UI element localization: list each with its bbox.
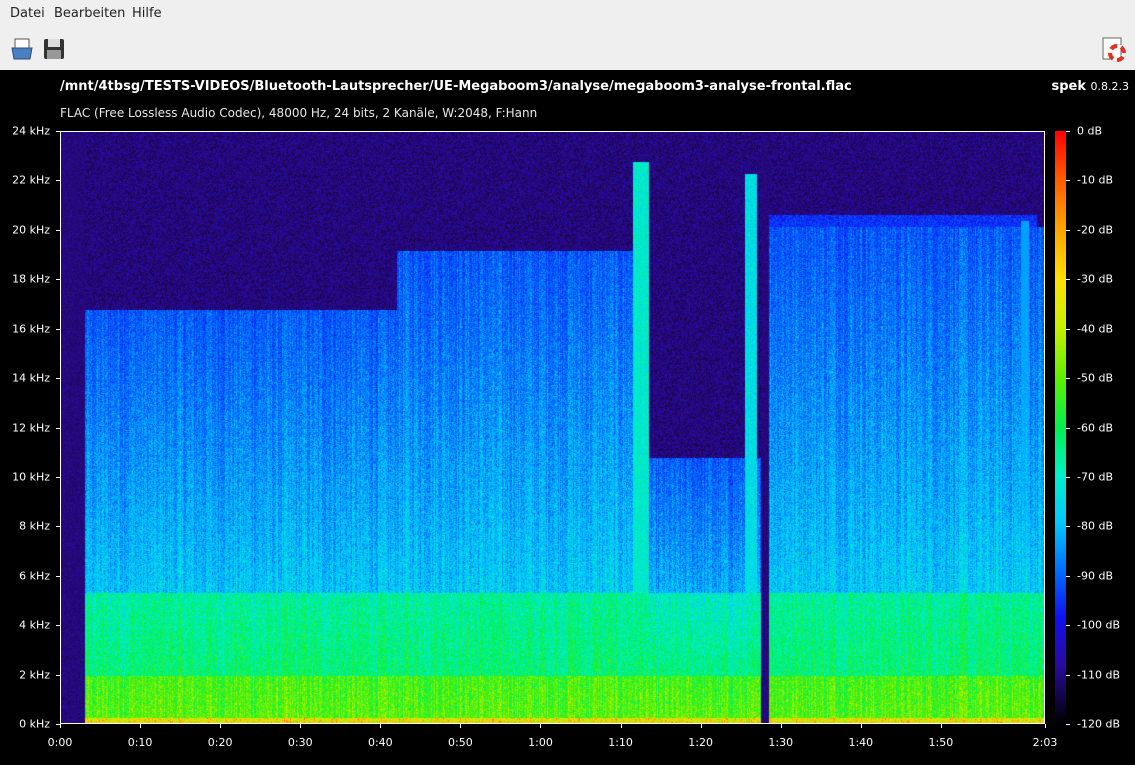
time-tick [620, 724, 622, 728]
frequency-tick-label: 6 kHz [19, 569, 50, 583]
frequency-tick [56, 575, 60, 577]
time-tick-label: 1:00 [528, 736, 553, 749]
time-tick-label: 0:40 [367, 736, 393, 749]
frequency-tick [56, 427, 60, 429]
db-tick [1066, 328, 1070, 330]
time-tick [1045, 724, 1046, 728]
time-tick-label: 0:00 [47, 736, 73, 749]
frequency-tick [56, 279, 60, 281]
time-tick [60, 724, 61, 728]
db-tick-label: -80 dB [1077, 519, 1113, 533]
frequency-tick [56, 625, 60, 627]
db-tick [1066, 180, 1070, 182]
time-tick [380, 724, 382, 728]
db-tick-label: -100 dB [1077, 618, 1120, 632]
time-tick [860, 724, 862, 728]
time-tick-label: 0:30 [287, 736, 313, 749]
db-tick [1066, 476, 1070, 478]
frequency-tick [56, 476, 60, 478]
frequency-tick-label: 8 kHz [19, 519, 50, 533]
db-tick-label: -40 dB [1077, 322, 1113, 336]
help-lifebuoy-icon [1102, 37, 1126, 62]
db-tick-label: -10 dB [1077, 173, 1113, 187]
db-tick-label: -110 dB [1077, 668, 1120, 682]
time-tick-label: 2:03 [1032, 736, 1058, 749]
db-tick-label: 0 dB [1077, 124, 1103, 138]
time-tick-label: 1:40 [848, 736, 874, 749]
db-tick-label: -60 dB [1077, 421, 1113, 434]
db-tick-label: -90 dB [1077, 569, 1113, 583]
db-tick [1066, 427, 1070, 429]
time-tick-label: 0:10 [127, 736, 153, 749]
db-tick-label: -120 dB [1077, 717, 1120, 731]
frequency-tick-label: 12 kHz [12, 421, 50, 434]
frequency-tick [56, 229, 60, 231]
db-tick [1066, 575, 1070, 577]
time-tick [140, 724, 142, 728]
db-tick [1066, 279, 1070, 281]
menu-bar: Datei Bearbeiten Hilfe [0, 0, 1135, 27]
frequency-tick [56, 526, 60, 528]
app-version: 0.8.2.3 [1090, 80, 1129, 93]
db-tick-label: -70 dB [1077, 470, 1113, 484]
time-tick [940, 724, 942, 728]
frequency-tick-label: 0 kHz [19, 717, 50, 731]
db-tick [1066, 625, 1070, 627]
db-tick [1066, 229, 1070, 231]
file-path: /mnt/4tbsg/TESTS-VIDEOS/Bluetooth-Lautsp… [60, 79, 852, 94]
db-tick [1066, 724, 1070, 725]
db-tick [1066, 131, 1070, 132]
frequency-tick [56, 180, 60, 182]
help-button[interactable] [1101, 36, 1127, 62]
time-tick-label: 1:30 [768, 736, 794, 749]
db-tick-label: -20 dB [1077, 223, 1113, 237]
frequency-tick-label: 22 kHz [12, 173, 50, 187]
db-tick [1066, 526, 1070, 528]
time-tick [220, 724, 222, 728]
toolbar [0, 27, 1135, 70]
frequency-tick [56, 378, 60, 380]
time-tick-label: 1:10 [608, 736, 633, 749]
save-button[interactable] [41, 36, 67, 62]
frequency-tick [56, 674, 60, 676]
time-tick-label: 1:50 [928, 736, 954, 749]
db-color-scale [1055, 131, 1066, 724]
frequency-tick-label: 10 kHz [12, 470, 50, 484]
spectrogram-view: /mnt/4tbsg/TESTS-VIDEOS/Bluetooth-Lautsp… [0, 70, 1135, 765]
frequency-tick-label: 20 kHz [12, 223, 50, 237]
time-tick-label: 0:20 [207, 736, 233, 749]
db-tick-label: -30 dB [1077, 272, 1113, 286]
db-tick [1066, 674, 1070, 676]
frequency-tick-label: 4 kHz [19, 618, 50, 632]
frequency-tick [56, 328, 60, 330]
time-tick [780, 724, 782, 728]
time-tick-label: 1:20 [688, 736, 713, 749]
app-brand: spek 0.8.2.3 [1051, 79, 1129, 94]
app-name: spek [1051, 79, 1086, 94]
frequency-tick-label: 24 kHz [12, 124, 50, 138]
spectrogram-image [61, 132, 1044, 723]
time-tick [540, 724, 542, 728]
time-tick-label: 0:50 [448, 736, 473, 749]
db-tick [1066, 378, 1070, 380]
frequency-tick-label: 16 kHz [12, 322, 50, 336]
time-tick [700, 724, 702, 728]
frequency-tick [56, 131, 60, 132]
frequency-tick-label: 14 kHz [12, 371, 50, 385]
file-info: FLAC (Free Lossless Audio Codec), 48000 … [60, 106, 538, 120]
open-file-button[interactable] [10, 36, 36, 62]
menu-edit[interactable]: Bearbeiten [54, 6, 125, 21]
time-tick [460, 724, 462, 728]
save-icon [44, 39, 64, 59]
time-tick [300, 724, 302, 728]
menu-file[interactable]: Datei [10, 6, 45, 21]
db-tick-label: -50 dB [1077, 371, 1113, 385]
frequency-tick-label: 18 kHz [12, 272, 50, 286]
frequency-tick-label: 2 kHz [19, 668, 50, 682]
spectrogram-plot [60, 131, 1045, 724]
open-file-icon [11, 38, 33, 60]
menu-help[interactable]: Hilfe [132, 6, 162, 21]
